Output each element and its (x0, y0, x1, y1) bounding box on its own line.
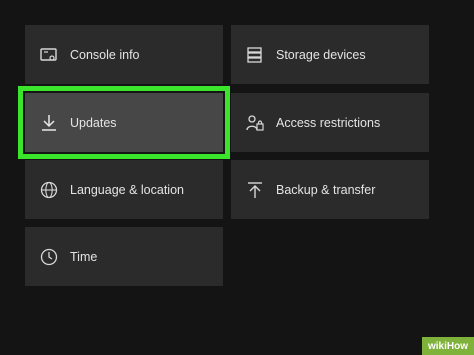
globe-icon (40, 181, 58, 199)
watermark-how: How (446, 340, 468, 352)
updates-tile[interactable]: Updates (25, 93, 223, 152)
console-icon (40, 46, 58, 64)
wikihow-watermark: wiki How (422, 337, 474, 355)
time-tile[interactable]: Time (25, 227, 223, 286)
updates-label: Updates (70, 115, 117, 130)
watermark-wiki: wiki (427, 340, 447, 352)
language-location-label: Language & location (70, 182, 184, 197)
storage-icon (246, 46, 264, 64)
time-label: Time (70, 249, 98, 264)
clock-icon (40, 248, 58, 266)
console-info-tile[interactable]: Console info (25, 25, 223, 84)
access-restrictions-tile[interactable]: Access restrictions (231, 93, 429, 152)
people-lock-icon (246, 114, 264, 132)
storage-devices-label: Storage devices (276, 47, 366, 62)
backup-transfer-label: Backup & transfer (276, 182, 376, 197)
backup-transfer-tile[interactable]: Backup & transfer (231, 160, 429, 219)
upload-icon (246, 181, 264, 199)
console-info-label: Console info (70, 47, 140, 62)
language-location-tile[interactable]: Language & location (25, 160, 223, 219)
access-restrictions-label: Access restrictions (276, 115, 381, 130)
storage-devices-tile[interactable]: Storage devices (231, 25, 429, 84)
download-icon (40, 114, 58, 132)
